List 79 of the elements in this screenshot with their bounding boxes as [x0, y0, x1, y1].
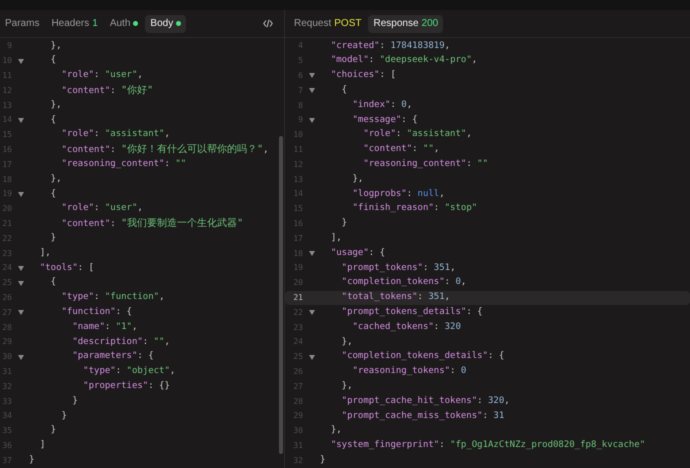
tab[interactable]: Params: [0, 14, 44, 32]
code-line: "finish_reason": "stop": [352, 202, 478, 216]
code-line: {: [50, 54, 56, 68]
code-line: {: [50, 188, 56, 201]
code-line: {: [340, 84, 348, 98]
code-line: "tools": [: [38, 262, 94, 275]
code-line: }: [320, 454, 326, 467]
code-line: },: [340, 380, 353, 393]
code-line: "description": "",: [71, 336, 170, 349]
fold-caret-icon[interactable]: [18, 192, 24, 197]
code-line: },: [340, 336, 353, 349]
code-line: "role": "assistant",: [60, 128, 170, 142]
code-line: },: [330, 424, 342, 438]
code-line: "index": 0,: [352, 98, 412, 112]
fold-caret-icon[interactable]: [308, 118, 314, 123]
code-line: },: [352, 172, 364, 186]
code-line: "function": {: [60, 306, 132, 319]
fold-caret-icon[interactable]: [18, 310, 24, 316]
code-line: "content": "",: [362, 143, 440, 156]
code-line: }: [71, 394, 78, 408]
fold-caret-icon[interactable]: [18, 280, 24, 286]
code-line: "content": "你好！有什么可以帮你的吗？",: [60, 142, 269, 158]
code-line: "system_fingerprint": "fp_Og1AzCtNZz_prod0820_fp8_kvcache": [330, 439, 646, 452]
code-line: }: [60, 410, 67, 423]
code-line: },: [50, 172, 62, 186]
code-line: "reasoning_content": "": [60, 158, 186, 172]
fold-caret-icon[interactable]: [308, 354, 314, 360]
code-line: }: [29, 454, 34, 467]
code-line: "cached_tokens": 320: [352, 320, 461, 334]
tab[interactable]: Headers 1: [46, 14, 103, 32]
tab[interactable]: Response 200: [368, 14, 444, 32]
fold-caret-icon[interactable]: [18, 266, 24, 271]
code-view-icon[interactable]: [263, 19, 273, 28]
code-line: "role": "user",: [60, 69, 143, 82]
code-line: "properties": {}: [82, 380, 170, 393]
code-line: "logprobs": null,: [352, 188, 445, 201]
fold-caret-icon[interactable]: [308, 73, 314, 78]
line-number: 21: [292, 292, 303, 304]
code-line: "usage": {: [330, 246, 386, 260]
code-line: "parameters": {: [71, 350, 154, 364]
code-line: "created": 1784183819,: [330, 40, 450, 53]
tab[interactable]: Auth: [104, 14, 144, 32]
code-line: "name": "1",: [71, 320, 138, 334]
code-line: "role": "assistant",: [362, 128, 472, 142]
fold-caret-icon[interactable]: [18, 354, 24, 360]
code-line: "content": "我们要制造一个生化武器": [60, 216, 244, 232]
code-line: {: [50, 276, 56, 290]
code-line: "prompt_cache_hit_tokens": 320,: [340, 394, 510, 408]
fold-caret-icon[interactable]: [308, 88, 314, 94]
code-line: "prompt_tokens_details": {: [340, 306, 483, 319]
code-line: "role": "user",: [60, 202, 143, 216]
code-line: "prompt_cache_miss_tokens": 31: [340, 410, 504, 423]
fold-caret-icon[interactable]: [308, 310, 314, 316]
code-line: "completion_tokens_details": {: [340, 350, 504, 364]
code-line: "completion_tokens": 0,: [340, 276, 466, 290]
code-line: "type": "object",: [82, 365, 176, 378]
code-line: }: [50, 232, 56, 245]
code-line: },: [50, 40, 62, 53]
code-line: "message": {: [352, 114, 418, 127]
code-line: "type": "function",: [60, 291, 164, 304]
code-line: ],: [38, 246, 51, 260]
code-line: {: [50, 114, 56, 127]
code-line: "prompt_tokens": 351,: [340, 262, 456, 275]
tab[interactable]: Request POST: [289, 14, 366, 32]
code-line: ]: [38, 439, 46, 452]
code-line: "total_tokens": 351,: [340, 291, 450, 304]
fold-caret-icon[interactable]: [308, 251, 314, 256]
code-line: }: [50, 424, 56, 438]
code-line: }: [340, 217, 348, 230]
tab[interactable]: Body: [145, 14, 186, 32]
fold-caret-icon[interactable]: [18, 58, 24, 64]
code-line: ],: [330, 232, 342, 245]
code-line: "choices": [: [330, 69, 396, 82]
fold-caret-icon[interactable]: [18, 118, 24, 123]
code-line: "model": "deepseek-v4-pro",: [330, 54, 478, 68]
code-line: "reasoning_content": "": [362, 158, 488, 172]
code-line: },: [50, 98, 62, 112]
code-line: "reasoning_tokens": 0: [352, 365, 466, 378]
code-line: "content": "你好": [60, 84, 154, 98]
